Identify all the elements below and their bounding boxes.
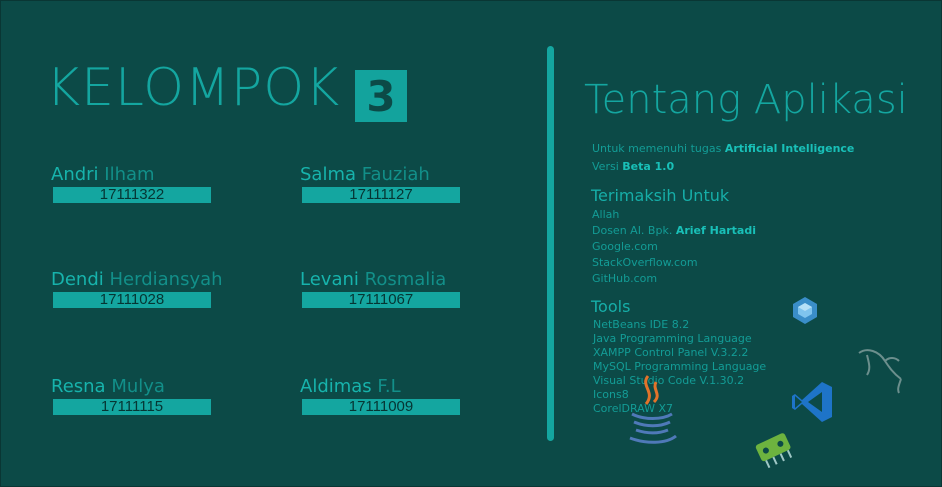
member-card: Andri Ilham 17111322 xyxy=(51,165,221,203)
thanks-item: GitHub.com xyxy=(592,272,658,285)
about-title: Tentang Aplikasi xyxy=(584,77,908,123)
dosen-name: Arief Hartadi xyxy=(675,224,756,237)
tool-item: Java Programming Language xyxy=(593,332,752,345)
purpose-value: Artificial Intelligence xyxy=(724,142,855,155)
member-first-name: Dendi xyxy=(51,269,104,290)
tools-heading: Tools xyxy=(591,297,631,316)
tool-item: XAMPP Control Panel V.3.2.2 xyxy=(593,346,749,359)
java-icon xyxy=(629,375,677,444)
thanks-item: StackOverflow.com xyxy=(592,256,698,269)
thanks-item: Allah xyxy=(592,208,620,221)
member-card: Salma Fauziah 17111127 xyxy=(300,165,470,203)
member-id: 17111028 xyxy=(53,292,211,308)
member-last-name: Rosmalia xyxy=(364,269,447,290)
xampp-icon xyxy=(755,433,793,469)
netbeans-icon xyxy=(793,297,817,324)
member-id: 17111127 xyxy=(302,187,460,203)
thanks-heading: Terimaksih Untuk xyxy=(591,186,730,205)
purpose-prefix: Untuk memenuhi tugas xyxy=(592,142,725,155)
tool-item: NetBeans IDE 8.2 xyxy=(593,318,690,331)
purpose-line: Untuk memenuhi tugas Artificial Intellig… xyxy=(592,142,854,155)
mysql-icon xyxy=(858,349,902,394)
member-name: Salma Fauziah xyxy=(300,165,470,185)
member-card: Levani Rosmalia 17111067 xyxy=(300,270,470,308)
member-first-name: Andri xyxy=(51,164,99,185)
thanks-item: Dosen AI. Bpk. Arief Hartadi xyxy=(592,223,756,239)
member-first-name: Salma xyxy=(300,164,357,185)
member-last-name: Mulya xyxy=(111,376,165,397)
member-id: 17111322 xyxy=(53,187,211,203)
member-last-name: F.L xyxy=(377,376,401,397)
member-first-name: Resna xyxy=(51,376,106,397)
version-prefix: Versi xyxy=(592,160,623,173)
member-name: Dendi Herdiansyah xyxy=(51,269,223,290)
version-line: Versi Beta 1.0 xyxy=(592,160,674,173)
group-title: KELOMPOK xyxy=(46,58,341,118)
member-id: 17111067 xyxy=(302,292,460,308)
member-last-name: Ilham xyxy=(104,164,155,185)
member-last-name: Fauziah xyxy=(361,164,430,185)
vscode-icon xyxy=(792,382,832,422)
member-first-name: Aldimas xyxy=(300,376,372,397)
dosen-prefix: Dosen AI. Bpk. xyxy=(592,224,676,237)
version-value: Beta 1.0 xyxy=(622,160,675,173)
member-name: Aldimas F.L xyxy=(300,377,470,397)
member-last-name: Herdiansyah xyxy=(109,269,223,290)
member-name: Resna Mulya xyxy=(51,377,221,397)
vertical-divider xyxy=(547,46,554,441)
member-name: Levani Rosmalia xyxy=(300,270,470,290)
member-first-name: Levani xyxy=(300,269,359,290)
thanks-list: Allah Dosen AI. Bpk. Arief Hartadi Googl… xyxy=(592,207,756,287)
member-card: Dendi Herdiansyah 17111028 xyxy=(51,269,223,308)
member-card: Resna Mulya 17111115 xyxy=(51,377,221,415)
member-card: Aldimas F.L 17111009 xyxy=(300,377,470,415)
member-name: Andri Ilham xyxy=(51,165,221,185)
member-id: 17111009 xyxy=(302,399,460,415)
group-number-badge: 3 xyxy=(355,70,407,122)
member-id: 17111115 xyxy=(53,399,211,415)
thanks-item: Google.com xyxy=(592,240,658,253)
